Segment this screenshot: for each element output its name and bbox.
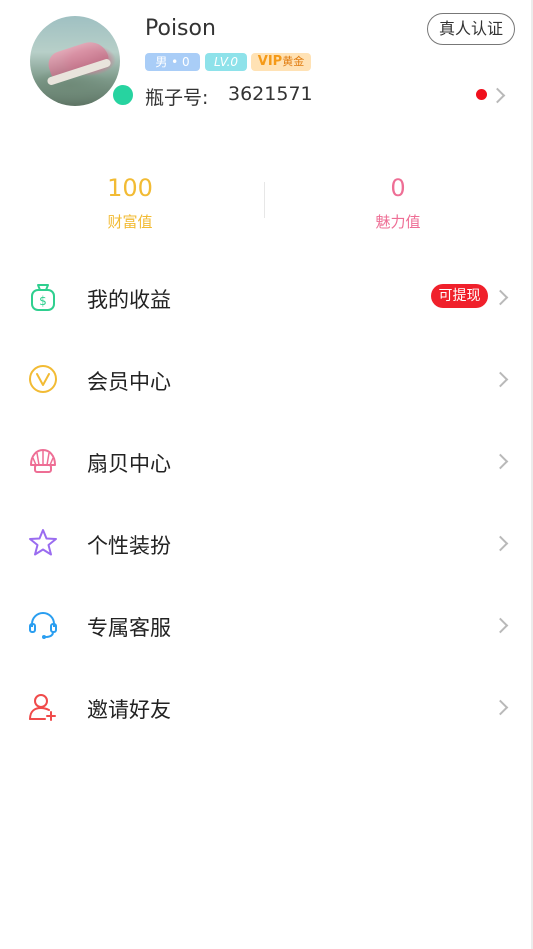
chevron-right-icon (492, 617, 509, 634)
withdrawable-badge: 可提现 (431, 284, 488, 308)
menu-label: 个性装扮 (87, 534, 171, 558)
wealth-label: 财富值 (107, 213, 153, 231)
chevron-right-icon (492, 453, 509, 470)
money-bag-icon: $ (31, 284, 55, 311)
vip-tag-label: VIP (257, 54, 283, 69)
real-person-verify-button[interactable]: 真人认证 (427, 13, 515, 45)
avatar[interactable] (30, 16, 120, 106)
chevron-right-icon (492, 289, 509, 306)
menu-item-dress-up[interactable]: 个性装扮 (0, 503, 531, 583)
username: Poison (145, 16, 216, 41)
menu-label: 邀请好友 (87, 698, 171, 722)
profile-chevron-right-icon[interactable] (489, 87, 506, 104)
level-tag: LV.0 (205, 53, 247, 71)
add-user-icon (29, 694, 56, 721)
vip-v-icon (29, 365, 57, 393)
charm-label: 魅力值 (375, 213, 421, 231)
bottle-id-label: 瓶子号: (145, 87, 209, 109)
menu-item-shell-center[interactable]: 扇贝中心 (0, 421, 531, 501)
menu-label: 扇贝中心 (87, 452, 171, 476)
chevron-right-icon (492, 535, 509, 552)
shell-icon (30, 449, 56, 473)
menu-item-earnings[interactable]: $ 我的收益 可提现 (0, 257, 531, 337)
star-icon (29, 529, 57, 556)
chevron-right-icon (492, 371, 509, 388)
svg-text:$: $ (39, 294, 47, 308)
menu-label: 专属客服 (87, 616, 171, 640)
gender-age-tag: 男 • 0 (145, 53, 200, 71)
chevron-right-icon (492, 699, 509, 716)
wealth-value[interactable]: 100 (70, 174, 190, 202)
charm-value[interactable]: 0 (338, 174, 458, 202)
vip-tag: VIP黄金 (251, 53, 311, 71)
online-status-dot (111, 83, 135, 107)
stats-divider (264, 182, 265, 218)
headset-icon (29, 612, 57, 639)
menu-label: 我的收益 (87, 288, 171, 312)
menu-label: 会员中心 (87, 370, 171, 394)
menu-item-invite-friends[interactable]: 邀请好友 (0, 667, 531, 747)
notification-dot (476, 89, 487, 100)
bottle-id-number: 3621571 (228, 83, 313, 105)
menu-item-customer-service[interactable]: 专属客服 (0, 585, 531, 665)
vip-tier-label: 黄金 (282, 55, 305, 68)
menu-item-vip-center[interactable]: 会员中心 (0, 339, 531, 419)
